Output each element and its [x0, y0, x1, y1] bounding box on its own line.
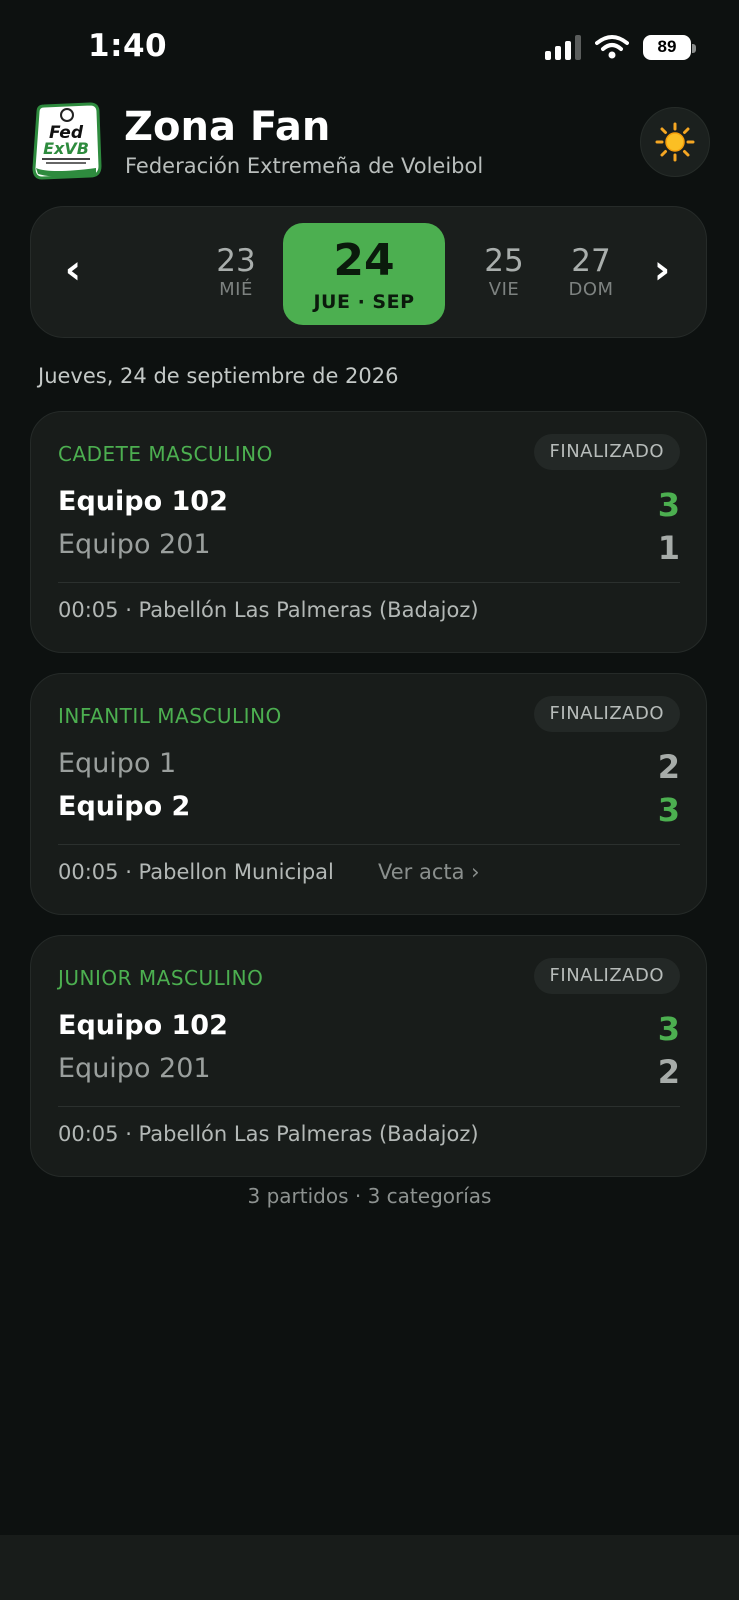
match-time-venue: 00:05 · Pabellón Las Palmeras (Badajoz): [58, 1122, 479, 1146]
match-category: INFANTIL MASCULINO: [58, 704, 282, 728]
battery-level: 89: [657, 37, 677, 56]
status-time: 1:40: [88, 28, 168, 64]
day-label: JUE · SEP: [313, 291, 415, 313]
home-team-score: 3: [657, 1010, 680, 1048]
next-date-button[interactable]: ›: [642, 247, 682, 293]
wifi-icon: [595, 35, 629, 59]
status-badge: FINALIZADO: [533, 958, 680, 994]
cellular-signal-icon: [545, 34, 581, 60]
matches-summary: 3 partidos · 3 categorías: [247, 1184, 492, 1208]
match-category: JUNIOR MASCULINO: [58, 966, 264, 990]
home-team-score: 3: [657, 486, 680, 524]
theme-toggle-button[interactable]: [640, 107, 710, 177]
match-category: CADETE MASCULINO: [58, 442, 273, 466]
day-item[interactable]: 27 DOM: [551, 243, 631, 301]
card-divider: [58, 582, 680, 583]
day-number: 25: [484, 243, 524, 279]
app-title: Zona Fan: [124, 104, 331, 150]
away-team-score: 3: [657, 791, 680, 829]
day-label: DOM: [568, 279, 614, 300]
bottom-bar: [0, 1535, 739, 1600]
date-selector: ‹ 23 MIÉ 24 JUE · SEP 25 VIE 27 DOM ›: [30, 206, 707, 338]
home-team-name: Equipo 102: [58, 486, 228, 517]
home-team-name: Equipo 1: [58, 748, 177, 779]
fedexvb-logo: Fed ExVB: [32, 102, 102, 180]
status-bar: 1:40 89: [0, 0, 739, 100]
day-label: VIE: [488, 279, 520, 300]
status-badge: FINALIZADO: [533, 434, 680, 470]
battery-icon: 89: [643, 34, 696, 60]
sun-icon: [655, 122, 695, 162]
status-icons: 89: [545, 34, 696, 60]
match-time-venue: 00:05 · Pabellón Las Palmeras (Badajoz): [58, 598, 479, 622]
day-item-selected[interactable]: 24 JUE · SEP: [283, 223, 445, 325]
match-card[interactable]: CADETE MASCULINO FINALIZADO Equipo 102 3…: [30, 411, 707, 653]
away-team-score: 1: [657, 529, 680, 567]
prev-date-button[interactable]: ‹: [53, 247, 93, 293]
match-card[interactable]: INFANTIL MASCULINO FINALIZADO Equipo 1 2…: [30, 673, 707, 915]
away-team-name: Equipo 201: [58, 1053, 211, 1084]
day-item[interactable]: 23 MIÉ: [196, 243, 276, 301]
day-label: MIÉ: [219, 279, 253, 300]
view-acta-link[interactable]: Ver acta ›: [378, 860, 480, 884]
card-divider: [58, 1106, 680, 1107]
day-number: 24: [333, 235, 395, 286]
day-item[interactable]: 25 VIE: [464, 243, 544, 301]
svg-text:ExVB: ExVB: [43, 139, 89, 158]
match-time-venue: 00:05 · Pabellon Municipal: [58, 860, 334, 884]
day-number: 27: [571, 243, 611, 279]
card-divider: [58, 844, 680, 845]
home-team-score: 2: [657, 748, 680, 786]
app-header: Fed ExVB Zona Fan Federación Extremeña d…: [30, 102, 710, 182]
away-team-name: Equipo 2: [58, 791, 191, 822]
day-number: 23: [216, 243, 256, 279]
away-team-name: Equipo 201: [58, 529, 211, 560]
selected-date-heading: Jueves, 24 de septiembre de 2026: [38, 364, 399, 388]
match-card[interactable]: JUNIOR MASCULINO FINALIZADO Equipo 102 3…: [30, 935, 707, 1177]
app-subtitle: Federación Extremeña de Voleibol: [125, 154, 484, 178]
away-team-score: 2: [657, 1053, 680, 1091]
status-badge: FINALIZADO: [533, 696, 680, 732]
home-team-name: Equipo 102: [58, 1010, 228, 1041]
